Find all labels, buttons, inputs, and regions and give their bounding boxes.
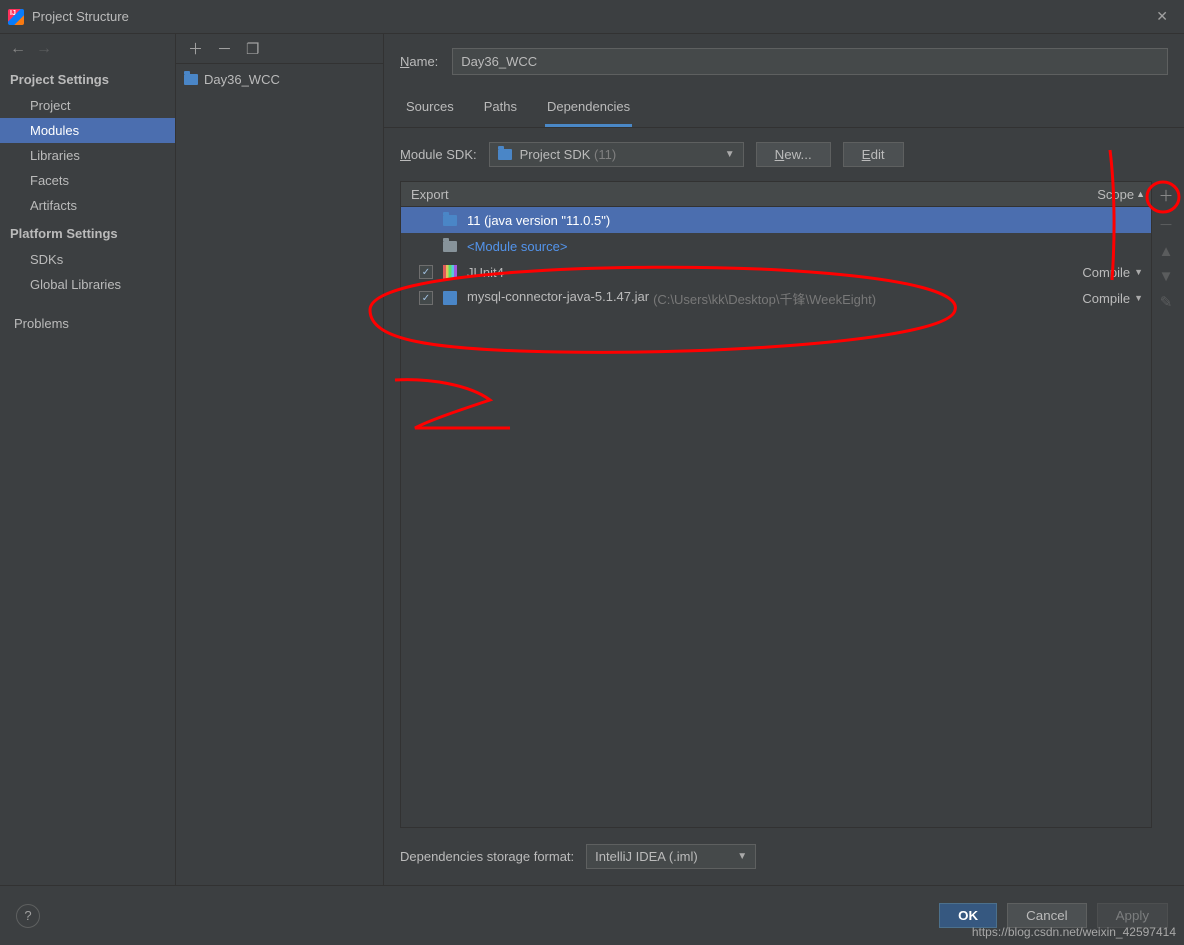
sdk-new-button[interactable]: New... bbox=[756, 142, 831, 167]
section-header-project: Project Settings bbox=[0, 64, 175, 93]
ok-button[interactable]: OK bbox=[939, 903, 997, 928]
dep-row-junit4[interactable]: JUnit4 Compile▼ bbox=[401, 259, 1151, 285]
jar-icon bbox=[443, 291, 457, 305]
sidebar-item-sdks[interactable]: SDKs bbox=[0, 247, 175, 272]
module-tabs: Sources Paths Dependencies bbox=[384, 85, 1184, 128]
module-panel: ＋ － ❐ Day36_WCC bbox=[176, 34, 384, 885]
module-sdk-combo[interactable]: Project SDK (11) ▼ bbox=[489, 142, 744, 167]
cancel-button[interactable]: Cancel bbox=[1007, 903, 1087, 928]
sidebar-item-problems[interactable]: Problems bbox=[0, 311, 175, 336]
table-header: Export Scope▲ bbox=[401, 182, 1151, 207]
add-dep-icon[interactable]: ＋ bbox=[1156, 185, 1176, 206]
sdk-icon bbox=[443, 215, 457, 226]
content-panel: Name: Sources Paths Dependencies Module … bbox=[384, 34, 1184, 885]
edit-dep-icon[interactable]: ✎ bbox=[1156, 293, 1176, 311]
dep-row-sdk[interactable]: 11 (java version "11.0.5") bbox=[401, 207, 1151, 233]
scope-cell[interactable]: Compile▼ bbox=[1071, 265, 1151, 280]
storage-format-combo[interactable]: IntelliJ IDEA (.iml) ▼ bbox=[586, 844, 756, 869]
dep-row-mysql-connector[interactable]: mysql-connector-java-5.1.47.jar (C:\User… bbox=[401, 285, 1151, 311]
scope-cell[interactable]: Compile▼ bbox=[1071, 291, 1151, 306]
sidebar-item-artifacts[interactable]: Artifacts bbox=[0, 193, 175, 218]
remove-module-icon[interactable]: － bbox=[217, 38, 232, 59]
sidebar-item-global-libraries[interactable]: Global Libraries bbox=[0, 272, 175, 297]
export-checkbox[interactable] bbox=[419, 291, 433, 305]
module-name: Day36_WCC bbox=[204, 72, 280, 87]
help-icon[interactable]: ? bbox=[16, 904, 40, 928]
move-down-icon[interactable]: ▼ bbox=[1156, 268, 1176, 285]
sidebar-item-modules[interactable]: Modules bbox=[0, 118, 175, 143]
nav-forward-icon[interactable]: → bbox=[36, 40, 52, 58]
settings-sidebar: ← → Project Settings Project Modules Lib… bbox=[0, 34, 176, 885]
tab-sources[interactable]: Sources bbox=[404, 93, 456, 127]
copy-module-icon[interactable]: ❐ bbox=[246, 40, 259, 58]
nav-back-icon[interactable]: ← bbox=[10, 40, 26, 58]
dep-row-module-source[interactable]: <Module source> bbox=[401, 233, 1151, 259]
export-checkbox[interactable] bbox=[419, 265, 433, 279]
title-bar: Project Structure ✕ bbox=[0, 0, 1184, 34]
sidebar-item-libraries[interactable]: Libraries bbox=[0, 143, 175, 168]
sidebar-item-project[interactable]: Project bbox=[0, 93, 175, 118]
export-header[interactable]: Export bbox=[401, 187, 1071, 202]
library-icon bbox=[443, 265, 457, 279]
close-icon[interactable]: ✕ bbox=[1148, 4, 1176, 29]
add-module-icon[interactable]: ＋ bbox=[188, 38, 203, 59]
module-name-field[interactable] bbox=[452, 48, 1168, 75]
dep-side-toolbar: ＋ － ▲ ▼ ✎ bbox=[1152, 181, 1180, 828]
sdk-edit-button[interactable]: Edit bbox=[843, 142, 904, 167]
chevron-down-icon: ▼ bbox=[737, 851, 747, 862]
module-sdk-label: Module SDK: bbox=[400, 147, 477, 162]
app-logo-icon bbox=[8, 9, 24, 25]
dialog-footer: ? OK Cancel Apply bbox=[0, 885, 1184, 945]
tab-dependencies[interactable]: Dependencies bbox=[545, 93, 632, 127]
chevron-down-icon: ▼ bbox=[725, 149, 735, 160]
sdk-folder-icon bbox=[498, 149, 512, 160]
scope-header[interactable]: Scope▲ bbox=[1071, 187, 1151, 202]
tab-paths[interactable]: Paths bbox=[482, 93, 519, 127]
name-label: Name: bbox=[400, 54, 438, 69]
remove-dep-icon[interactable]: － bbox=[1156, 214, 1176, 235]
folder-icon bbox=[443, 241, 457, 252]
storage-format-label: Dependencies storage format: bbox=[400, 849, 574, 864]
module-folder-icon bbox=[184, 74, 198, 85]
window-title: Project Structure bbox=[32, 9, 129, 24]
move-up-icon[interactable]: ▲ bbox=[1156, 243, 1176, 260]
sidebar-item-facets[interactable]: Facets bbox=[0, 168, 175, 193]
module-node[interactable]: Day36_WCC bbox=[176, 68, 383, 91]
section-header-platform: Platform Settings bbox=[0, 218, 175, 247]
dependencies-table: Export Scope▲ 11 (java version "11.0.5")… bbox=[400, 181, 1152, 828]
apply-button[interactable]: Apply bbox=[1097, 903, 1168, 928]
